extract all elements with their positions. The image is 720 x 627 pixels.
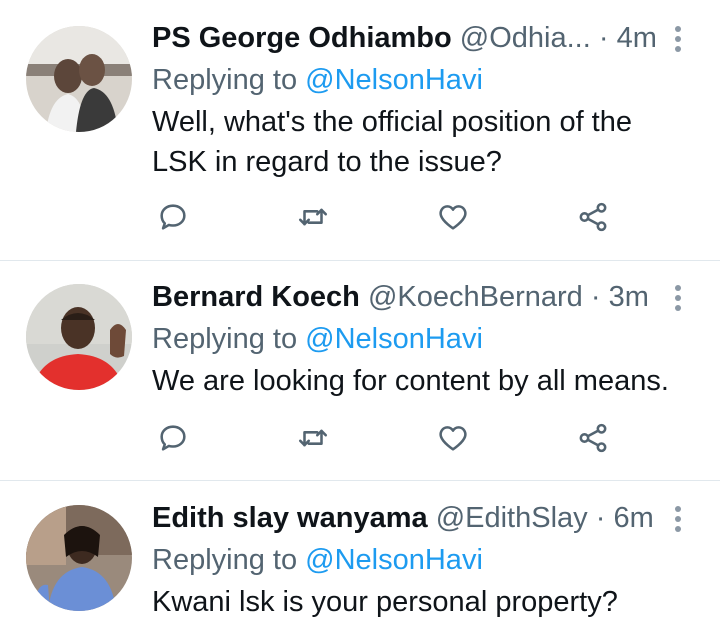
more-vertical-icon[interactable] — [668, 283, 688, 313]
tweet-text: Well, what's the official position of th… — [152, 102, 706, 182]
avatar[interactable] — [26, 26, 132, 132]
user-handle[interactable]: @KoechBernard — [368, 281, 583, 313]
replying-to-mention[interactable]: @NelsonHavi — [305, 323, 483, 355]
tweet[interactable]: PS George Odhiambo @Odhia... · 4m Replyi… — [0, 0, 720, 260]
tweet-text: Kwani lsk is your personal property? — [152, 582, 706, 622]
more-vertical-icon[interactable] — [668, 504, 688, 534]
display-name[interactable]: Bernard Koech — [152, 281, 360, 313]
tweet[interactable]: Bernard Koech @KoechBernard · 3m Replyin… — [0, 261, 720, 480]
user-handle[interactable]: @EdithSlay — [436, 502, 588, 534]
tweet-text: We are looking for content by all means. — [152, 361, 706, 401]
reply-icon[interactable] — [156, 200, 196, 240]
replying-to-mention[interactable]: @NelsonHavi — [305, 64, 483, 96]
avatar-photo — [26, 505, 132, 611]
tweet[interactable]: Edith slay wanyama @EdithSlay · 6m Reply… — [0, 481, 720, 627]
replying-to-label: Replying to — [152, 323, 298, 355]
replying-to-label: Replying to — [152, 64, 298, 96]
share-icon[interactable] — [576, 421, 616, 461]
user-handle[interactable]: @Odhia... — [460, 22, 591, 54]
replying-to-label: Replying to — [152, 544, 298, 576]
retweet-icon[interactable] — [296, 421, 336, 461]
time-separator: · — [598, 22, 609, 54]
timestamp[interactable]: 3m — [609, 281, 649, 313]
heart-icon[interactable] — [436, 200, 476, 240]
reply-icon[interactable] — [156, 421, 196, 461]
tweet-actions — [152, 200, 622, 240]
time-separator: · — [590, 281, 601, 313]
display-name[interactable]: PS George Odhiambo — [152, 22, 452, 54]
time-separator: · — [595, 502, 606, 534]
avatar[interactable] — [26, 505, 132, 611]
timestamp[interactable]: 4m — [617, 22, 657, 54]
avatar[interactable] — [26, 284, 132, 390]
replies-feed: PS George Odhiambo @Odhia... · 4m Replyi… — [0, 0, 720, 627]
display-name[interactable]: Edith slay wanyama — [152, 502, 428, 534]
more-vertical-icon[interactable] — [668, 24, 688, 54]
avatar-photo — [26, 26, 132, 132]
tweet-text-line: LSK in regard to the issue? — [152, 146, 502, 178]
tweet-text-line: Kwani lsk is your personal property? — [152, 586, 618, 618]
tweet-text-line: We are looking for content by all means. — [152, 365, 669, 397]
share-icon[interactable] — [576, 200, 616, 240]
tweet-actions — [152, 421, 622, 461]
avatar-photo — [26, 284, 132, 390]
heart-icon[interactable] — [436, 421, 476, 461]
timestamp[interactable]: 6m — [613, 502, 653, 534]
retweet-icon[interactable] — [296, 200, 336, 240]
tweet-text-line: Well, what's the official position of th… — [152, 106, 633, 138]
replying-to-mention[interactable]: @NelsonHavi — [305, 544, 483, 576]
